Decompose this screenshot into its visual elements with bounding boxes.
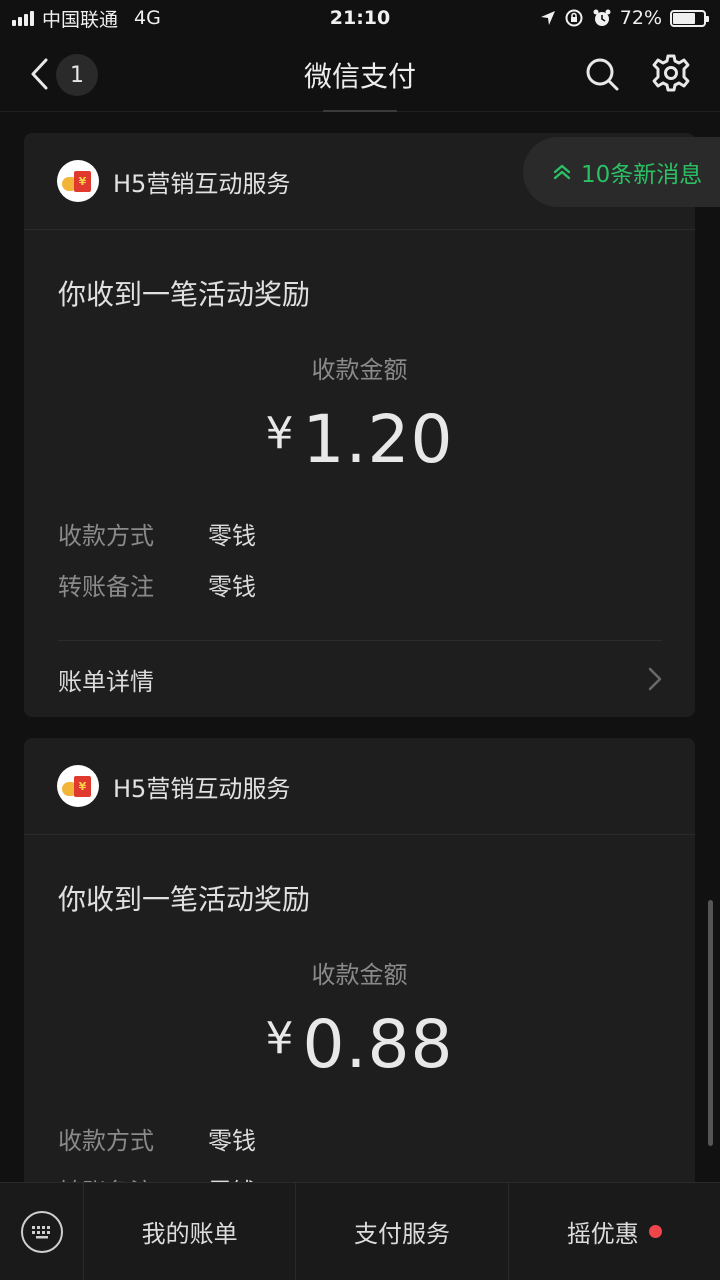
new-messages-button[interactable]: 10条新消息	[523, 137, 720, 207]
info-row: 转账备注 零钱	[58, 1172, 256, 1182]
currency-symbol: ¥	[265, 408, 295, 459]
location-arrow-icon	[540, 11, 555, 25]
battery-percent: 72%	[619, 7, 662, 29]
info-row: 收款方式 零钱	[58, 516, 256, 551]
menu-my-bills[interactable]: 我的账单	[84, 1183, 297, 1280]
carrier-label: 中国联通	[42, 8, 119, 31]
amount-value: ¥1.20	[24, 401, 695, 478]
amount-number: 0.88	[302, 1006, 454, 1083]
chevron-right-icon	[648, 667, 662, 691]
info-key: 收款方式	[58, 522, 154, 550]
rotation-lock-icon	[565, 9, 583, 27]
amount-label: 收款金额	[311, 356, 408, 384]
app-logo-icon: ¥	[57, 765, 99, 807]
battery-fill	[673, 12, 695, 24]
search-icon	[586, 58, 619, 91]
amount-value: ¥0.88	[24, 1006, 695, 1083]
info-key: 收款方式	[58, 1127, 154, 1155]
battery-icon	[670, 9, 709, 27]
menu-label: 摇优惠	[566, 1220, 639, 1248]
search-button[interactable]	[582, 54, 622, 94]
nav-bar: 1 微信支付	[0, 36, 720, 112]
notification-dot	[648, 1225, 662, 1238]
status-bar: 中国联通 4G 21:10 72%	[0, 0, 720, 36]
info-row: 收款方式 零钱	[58, 1121, 256, 1156]
app-name: H5营销互动服务	[113, 774, 291, 803]
settings-button[interactable]	[650, 52, 692, 94]
divider	[58, 640, 662, 641]
bottom-menu-bar: 我的账单 支付服务 摇优惠	[0, 1182, 720, 1280]
payment-card[interactable]: ¥ H5营销互动服务 你收到一笔活动奖励 收款金额 ¥1.20 收款方式 零钱 …	[24, 133, 695, 717]
info-key: 转账备注	[58, 573, 154, 601]
status-left: 中国联通 4G	[12, 5, 161, 32]
message-feed[interactable]: ¥ H5营销互动服务 你收到一笔活动奖励 收款金额 ¥1.20 收款方式 零钱 …	[0, 112, 720, 1182]
gear-icon	[652, 54, 690, 92]
card-title: 你收到一笔活动奖励	[58, 278, 311, 311]
info-value: 零钱	[208, 573, 256, 601]
signal-icon	[12, 10, 34, 26]
double-chevron-up-icon	[553, 164, 571, 180]
new-messages-label: 10条新消息	[581, 162, 703, 188]
menu-payment-services[interactable]: 支付服务	[296, 1183, 509, 1280]
info-row: 转账备注 零钱	[58, 567, 256, 602]
scrollbar[interactable]	[708, 900, 713, 1146]
status-right: 72%	[540, 7, 709, 29]
card-title: 你收到一笔活动奖励	[58, 883, 311, 916]
currency-symbol: ¥	[265, 1013, 295, 1064]
app-logo-icon: ¥	[57, 160, 99, 202]
app-name: H5营销互动服务	[113, 169, 291, 198]
card-header[interactable]: ¥ H5营销互动服务	[24, 738, 695, 835]
menu-shake-offers[interactable]: 摇优惠	[509, 1183, 720, 1280]
keyboard-icon	[20, 1211, 63, 1253]
amount-number: 1.20	[302, 401, 454, 478]
menu-label: 支付服务	[353, 1220, 450, 1248]
keyboard-toggle-button[interactable]	[0, 1183, 84, 1280]
info-value: 零钱	[208, 522, 256, 550]
payment-card[interactable]: ¥ H5营销互动服务 你收到一笔活动奖励 收款金额 ¥0.88 收款方式 零钱 …	[24, 738, 695, 1182]
bill-detail-link[interactable]: 账单详情	[58, 642, 662, 716]
network-label: 4G	[134, 7, 161, 29]
info-value: 零钱	[208, 1172, 256, 1182]
bill-detail-label: 账单详情	[58, 667, 154, 696]
menu-label: 我的账单	[141, 1220, 238, 1248]
info-value: 零钱	[208, 1127, 256, 1155]
info-key: 转账备注	[58, 1172, 208, 1182]
amount-label: 收款金额	[311, 961, 408, 989]
alarm-icon	[593, 9, 611, 26]
